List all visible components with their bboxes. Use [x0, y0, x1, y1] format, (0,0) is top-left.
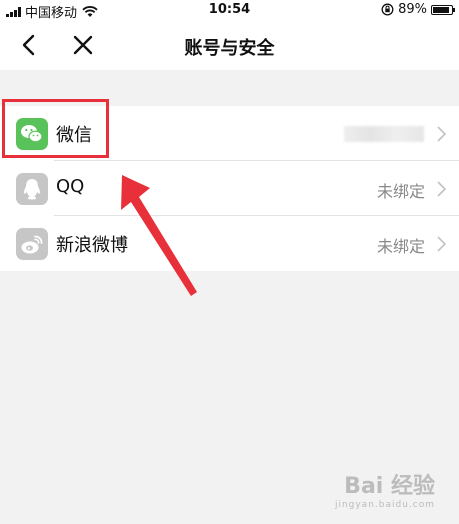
watermark-url: jingyan.baidu.com: [334, 500, 435, 510]
bind-status: 未绑定: [376, 237, 425, 256]
close-button[interactable]: [68, 30, 98, 60]
account-label: 新浪微博: [56, 235, 128, 256]
wechat-icon: [16, 118, 48, 150]
account-list: 微信 QQ 未绑定 新浪微博 未绑定: [0, 106, 459, 271]
status-right: 89%: [381, 2, 455, 17]
account-row-weibo[interactable]: 新浪微博 未绑定: [0, 216, 459, 271]
battery-percent: 89%: [398, 2, 427, 17]
bind-status: 未绑定: [376, 182, 425, 201]
account-value-redacted: [344, 126, 424, 142]
chevron-right-icon: [437, 181, 447, 197]
watermark: Bai 经验 jingyan.baidu.com: [335, 468, 435, 510]
account-label: QQ: [56, 176, 85, 197]
account-label: 微信: [56, 125, 92, 146]
chevron-right-icon: [437, 236, 447, 252]
weibo-icon: [16, 228, 48, 260]
watermark-logo: Bai 经验: [344, 474, 435, 499]
account-row-wechat[interactable]: 微信: [0, 106, 459, 161]
chevron-left-icon: [22, 34, 35, 56]
orientation-lock-icon: [381, 3, 394, 16]
battery-icon: [431, 4, 455, 15]
account-row-qq[interactable]: QQ 未绑定: [0, 161, 459, 216]
back-button[interactable]: [14, 30, 44, 60]
close-icon: [73, 35, 93, 55]
qq-icon: [16, 173, 48, 205]
nav-bar: 账号与安全: [0, 20, 459, 70]
status-bar: 中国移动 10:54 89%: [0, 0, 459, 21]
chevron-right-icon: [437, 126, 447, 142]
